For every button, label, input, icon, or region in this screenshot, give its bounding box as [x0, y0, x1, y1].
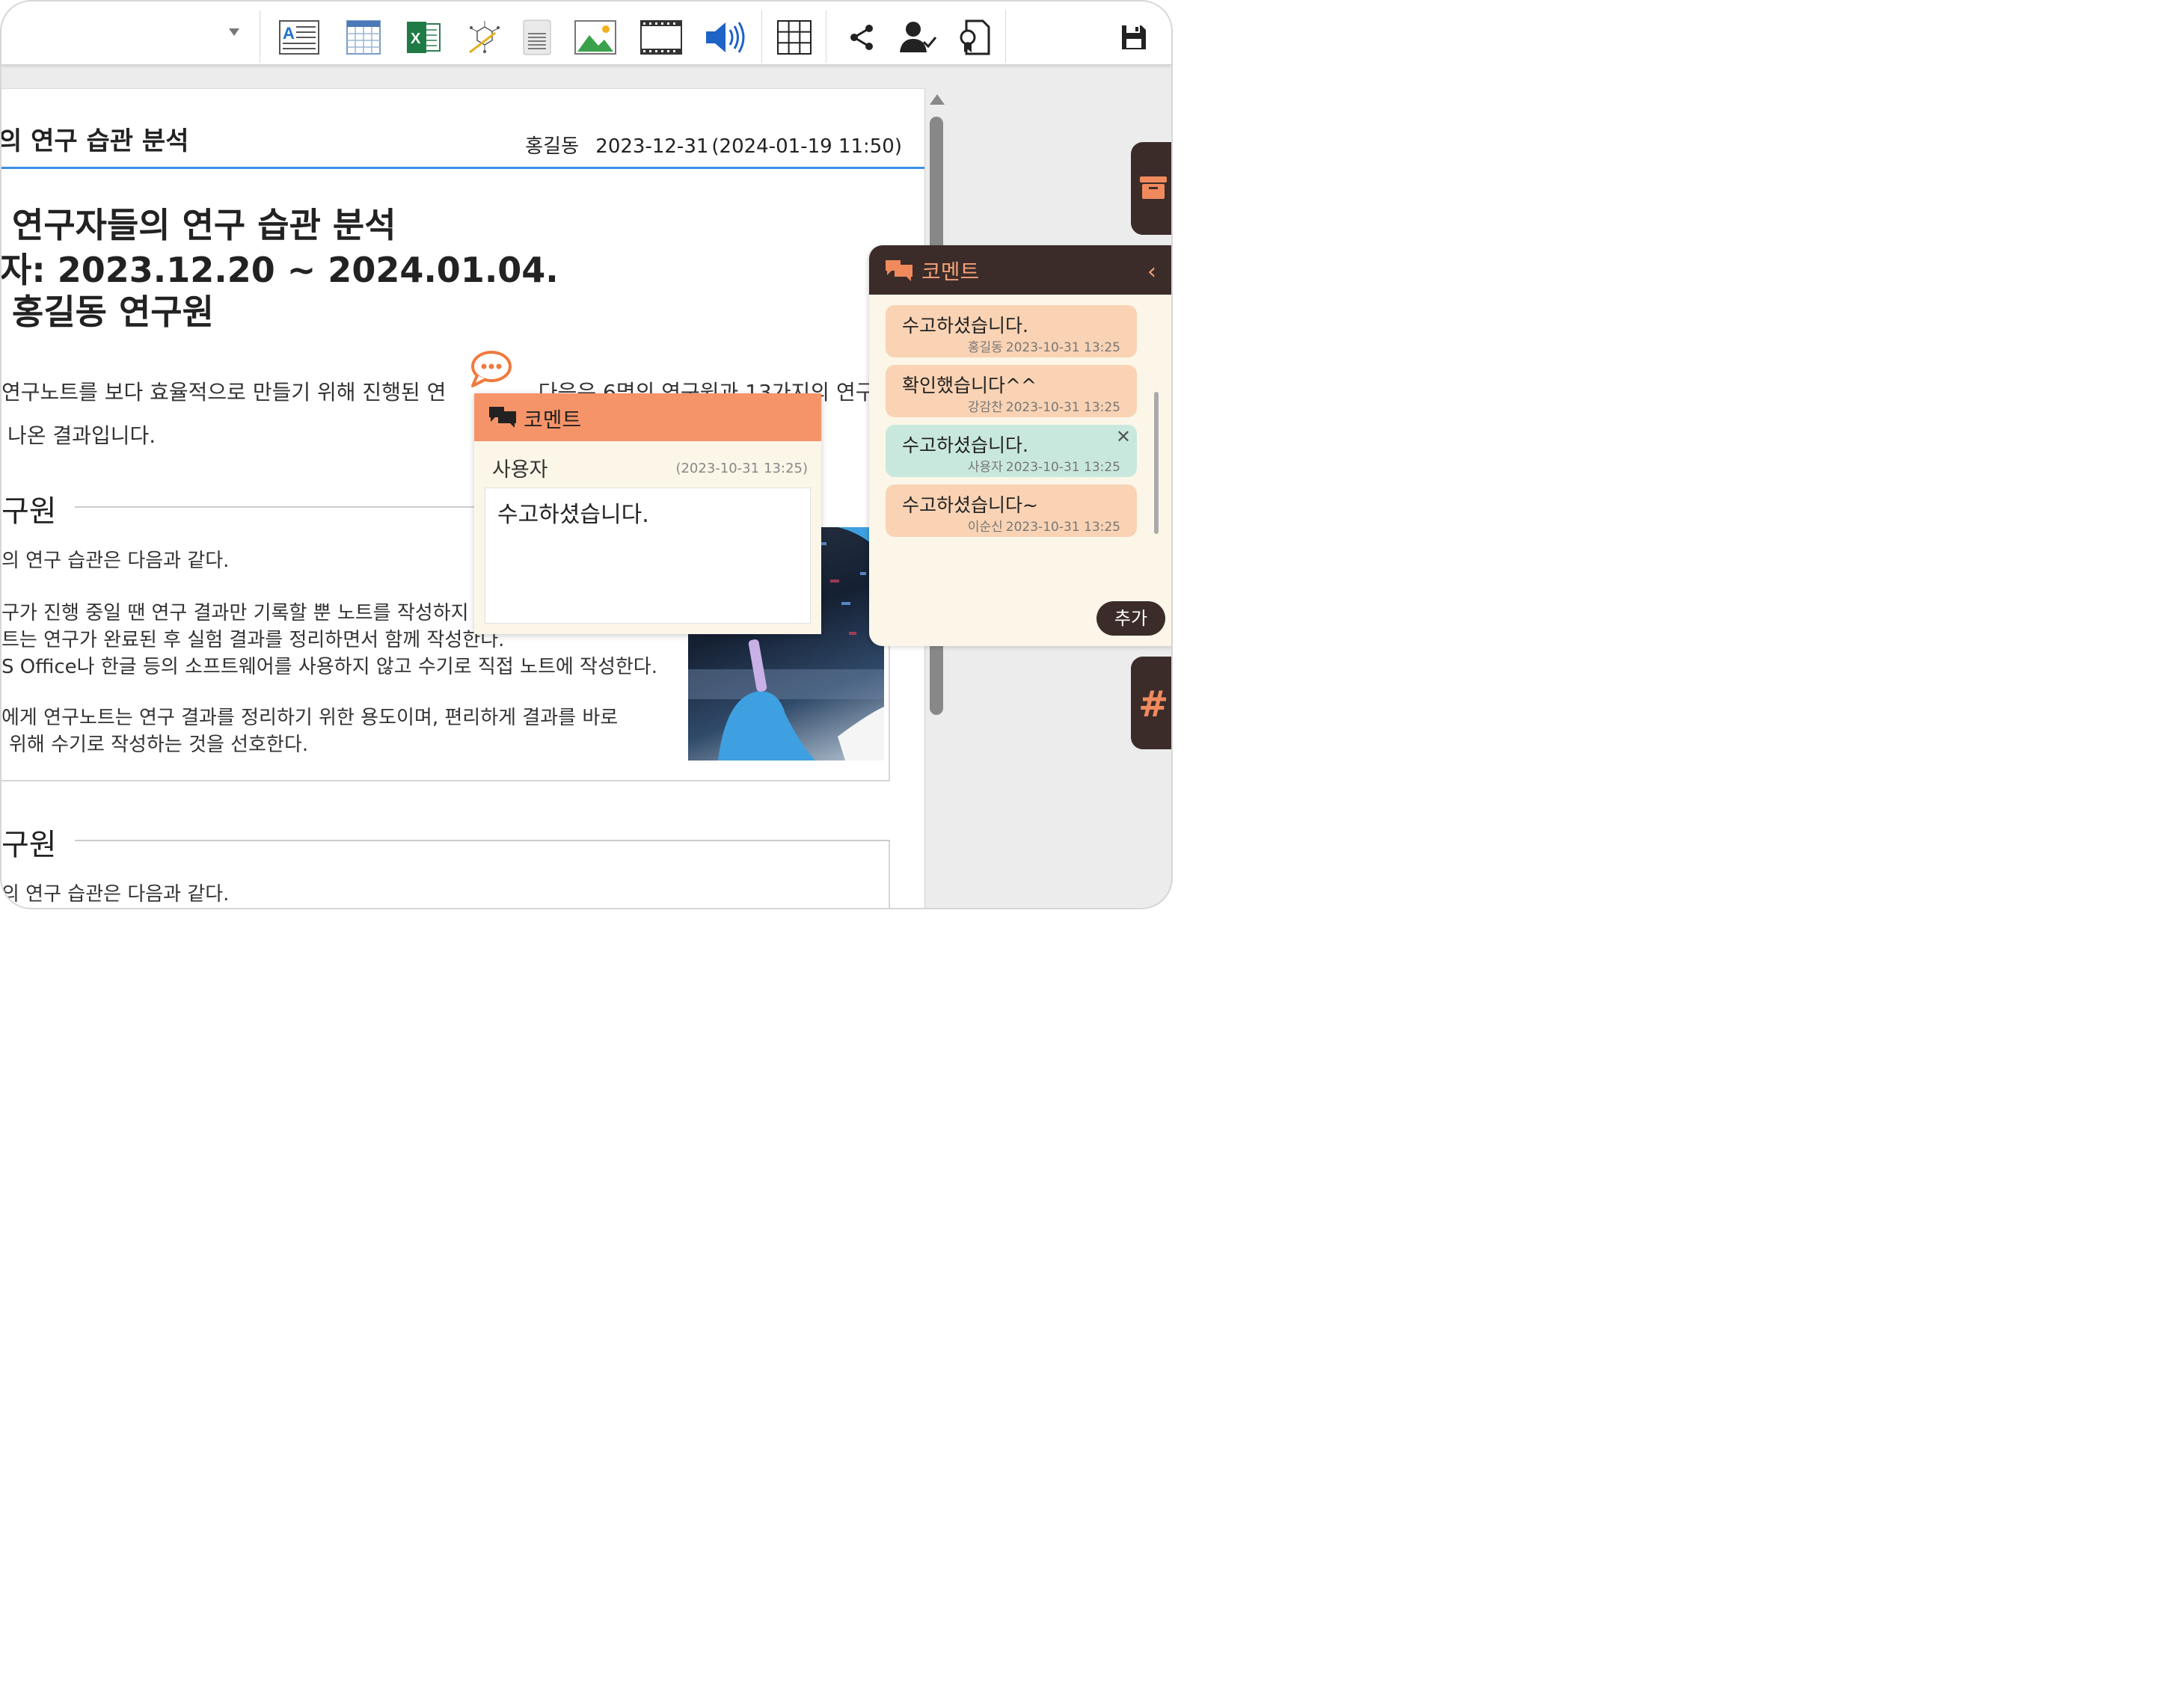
comment-popup-text: 수고하셨습니다. — [497, 502, 649, 528]
video-icon[interactable] — [640, 16, 682, 58]
comment-meta: 사용자 2023-10-31 13:25 — [965, 456, 1120, 475]
comment-item[interactable]: 수고하셨습니다~ 이순신 2023-10-31 13:25 — [886, 485, 1137, 537]
toolbar: A X — [1, 1, 1171, 65]
excel-icon[interactable]: X — [402, 16, 444, 58]
chemical-structure-icon[interactable] — [464, 16, 506, 58]
section-intro: 의 연구 습관은 다음과 같다. — [1, 550, 230, 572]
intro-text-2: 나온 결과입니다. — [7, 423, 156, 448]
comment-popup-header: 코멘트 — [474, 393, 821, 441]
comment-textarea[interactable]: 수고하셨습니다. — [485, 488, 811, 624]
comment-popup-user: 사용자 — [492, 458, 548, 482]
comment-author: 사용자 — [967, 460, 1003, 475]
comment-text: 수고하셨습니다. — [902, 434, 1028, 456]
comment-item[interactable]: 확인했습니다^^ 강감찬 2023-10-31 13:25 — [886, 365, 1137, 417]
document-modified: (2024-01-19 11:50) — [711, 135, 902, 158]
toolbar-separator — [761, 10, 762, 63]
document-title: 연구자들의 연구 습관 분석 — [12, 205, 396, 245]
comment-author: 홍길동 — [967, 340, 1003, 355]
comment-meta: 홍길동 2023-10-31 13:25 — [965, 337, 1120, 355]
image-icon[interactable] — [574, 16, 616, 58]
audio-icon[interactable] — [705, 16, 746, 58]
delete-comment-close-icon[interactable]: ✕ — [1116, 426, 1131, 447]
document-author-line: 홍길동 연구원 — [12, 292, 214, 332]
comment-popup-title: 코멘트 — [524, 408, 582, 432]
document-meta: 홍길동 2023-12-31 (2024-01-19 11:50) — [515, 131, 902, 159]
document-header-title: 의 연구 습관 분석 — [0, 126, 189, 156]
comment-text: 수고하셨습니다~ — [902, 494, 1038, 516]
document-date: 2023-12-31 — [595, 135, 709, 158]
comment-meta: 강감찬 2023-10-31 13:25 — [965, 396, 1120, 415]
document-author: 홍길동 — [525, 135, 580, 158]
comments-panel-title: 코멘트 — [921, 259, 980, 284]
habit-line: 위해 수기로 작성하는 것을 선호한다. — [9, 734, 309, 756]
comment-item-own[interactable]: 수고하셨습니다. ✕ 사용자 2023-10-31 13:25 — [886, 425, 1137, 477]
comment-text: 수고하셨습니다. — [902, 315, 1028, 337]
comment-popup-date: (2023-10-31 13:25) — [671, 461, 808, 476]
comment-popup-date-value: (2023-10-31 — [675, 461, 760, 476]
toolbar-separator — [1005, 10, 1006, 63]
hashtag-icon[interactable]: # — [1138, 683, 1168, 725]
comment-date: 2023-10-31 13:25 — [1005, 520, 1120, 535]
certificate-icon[interactable] — [953, 16, 995, 58]
comment-date: 2023-10-31 13:25 — [1005, 340, 1120, 355]
comment-bubble-icon[interactable] — [470, 350, 513, 390]
scroll-up-arrow-icon[interactable] — [930, 94, 945, 105]
app-window: A X 의 연구 습관 분석 홍길동 2023-12-31 (2024-01-1… — [0, 0, 1173, 909]
archive-tab[interactable] — [1131, 142, 1171, 235]
text-icon[interactable]: A — [278, 16, 320, 58]
user-check-icon[interactable] — [898, 16, 939, 58]
comments-icon — [489, 407, 516, 428]
collapse-chevron-icon[interactable]: ‹ — [1147, 259, 1156, 285]
add-comment-button[interactable]: 추가 — [1096, 601, 1165, 636]
grid-icon[interactable] — [773, 16, 815, 58]
comments-icon — [886, 260, 912, 281]
svg-text:A: A — [283, 24, 295, 43]
habit-line: 에게 연구노트는 연구 결과를 정리하기 위한 용도이며, 편리하게 결과를 바… — [1, 707, 619, 729]
habit-line: S Office나 한글 등의 소프트웨어를 사용하지 않고 수기로 직접 노트… — [1, 656, 657, 678]
comments-scrollbar[interactable] — [1154, 392, 1159, 534]
svg-text:X: X — [411, 31, 421, 47]
share-icon[interactable] — [841, 16, 883, 58]
comment-author: 이순신 — [967, 520, 1003, 535]
comment-text: 확인했습니다^^ — [902, 375, 1037, 396]
intro-text: 연구노트를 보다 효율적으로 만들기 위해 진행된 연 — [1, 380, 447, 405]
document-icon[interactable] — [516, 16, 558, 58]
comment-author: 강감찬 — [967, 400, 1003, 415]
section-intro: 의 연구 습관은 다음과 같다. — [1, 883, 230, 906]
habit-line: 트는 연구가 완료된 후 실험 결과를 정리하면서 함께 작성한다. — [1, 629, 505, 651]
habit-line: 구가 진행 중일 땐 연구 결과만 기록할 뿐 노트를 작성하지 — [1, 602, 469, 624]
comments-panel: 코멘트 ‹ 수고하셨습니다. 홍길동 2023-10-31 13:25 확인했습니… — [869, 245, 1171, 646]
comment-date: 2023-10-31 13:25 — [1005, 400, 1120, 415]
header-divider — [1, 167, 924, 169]
comment-date: 2023-10-31 13:25 — [1005, 460, 1120, 475]
comments-panel-header: 코멘트 ‹ — [869, 245, 1171, 295]
comment-popup: 코멘트 사용자 (2023-10-31 13:25) 수고하셨습니다. — [474, 393, 821, 634]
table-icon[interactable] — [343, 16, 384, 58]
archive-icon — [1140, 176, 1167, 199]
comment-item[interactable]: 수고하셨습니다. 홍길동 2023-10-31 13:25 — [886, 305, 1137, 357]
save-icon[interactable] — [1113, 16, 1155, 58]
dropdown-arrow-icon[interactable] — [229, 28, 239, 36]
comment-popup-time: 13:25) — [764, 461, 808, 476]
comment-meta: 이순신 2023-10-31 13:25 — [965, 516, 1120, 535]
